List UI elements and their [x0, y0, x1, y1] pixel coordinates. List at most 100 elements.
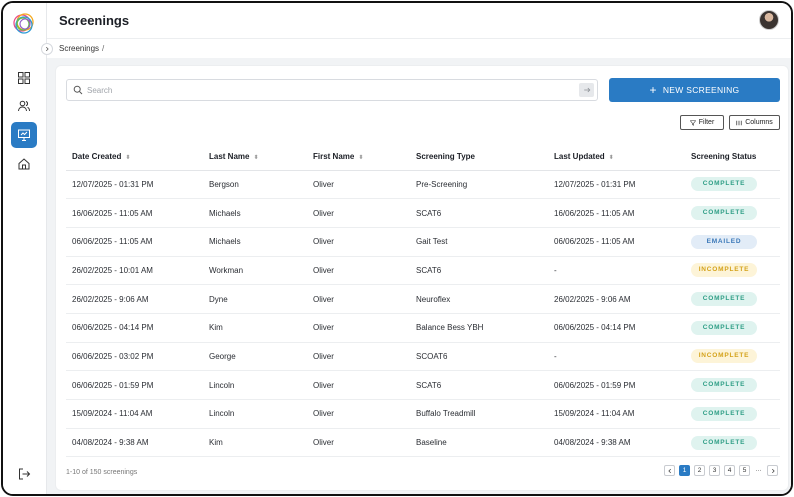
monitor-icon [18, 129, 30, 141]
column-header-screening-type: Screening Type [410, 144, 548, 171]
last-updated-cell: - [548, 342, 685, 372]
users-icon [18, 100, 30, 112]
table-row[interactable]: 06/06/2025 - 11:05 AM Michaels Oliver Gait … [66, 227, 780, 257]
date-created-cell: 15/09/2024 - 11:04 AM [66, 399, 203, 429]
table-row[interactable]: 15/09/2024 - 11:04 AM Lincoln Oliver Buffal… [66, 399, 780, 429]
search-icon [73, 85, 83, 95]
column-header-first-name[interactable]: First Name ⬍ [307, 144, 410, 171]
table-row[interactable]: 12/07/2025 - 01:31 PM Bergson Oliver Pre-Sc… [66, 170, 780, 200]
date-created-cell: 26/02/2025 - 10:01 AM [66, 256, 203, 286]
status-badge: COMPLETE [691, 206, 757, 221]
table-row[interactable]: 04/08/2024 - 9:38 AM Kim Oliver Baseline 04/… [66, 428, 780, 458]
last-name-cell: Dyne [203, 284, 307, 314]
table-row[interactable]: 26/02/2025 - 10:01 AM Workman Oliver SCAT6-… [66, 256, 780, 286]
date-created-cell: 06/06/2025 - 04:14 PM [66, 313, 203, 343]
previous-page-button[interactable] [664, 465, 675, 476]
last-name-cell: George [203, 342, 307, 372]
page-button-1[interactable]: 1 [679, 465, 690, 476]
column-header-screening-status: Screening Status [685, 144, 780, 171]
screening-status-cell: INCOMPLETE [685, 256, 780, 286]
sidebar-item-home[interactable] [11, 151, 37, 177]
screening-type-cell: SCAT6 [410, 256, 548, 286]
breadcrumb-separator: / [102, 44, 105, 53]
column-header-date-created[interactable]: Date Created ⬍ [66, 144, 203, 171]
screening-status-cell: INCOMPLETE [685, 342, 780, 372]
screenings-card: + NEW SCREENING Filter Columns Date Crea… [55, 65, 789, 491]
last-name-cell: Lincoln [203, 370, 307, 400]
sort-icon: ⬍ [608, 155, 614, 162]
table-row[interactable]: 06/06/2025 - 01:59 PM Lincoln Oliver SCAT6 0… [66, 370, 780, 400]
chevron-left-icon [667, 468, 671, 473]
column-header-last-name[interactable]: Last Name ⬍ [203, 144, 307, 171]
date-created-cell: 04/08/2024 - 9:38 AM [66, 428, 203, 458]
status-badge: INCOMPLETE [691, 263, 757, 278]
last-updated-cell: 06/06/2025 - 01:59 PM [548, 370, 685, 400]
date-created-cell: 06/06/2025 - 03:02 PM [66, 342, 203, 372]
breadcrumb: Screenings / [47, 39, 791, 58]
next-page-button[interactable] [767, 465, 778, 476]
column-header-last-updated[interactable]: Last Updated ⬍ [548, 144, 685, 171]
status-badge: INCOMPLETE [691, 349, 757, 364]
date-created-cell: 12/07/2025 - 01:31 PM [66, 170, 203, 200]
date-created-cell: 06/06/2025 - 01:59 PM [66, 370, 203, 400]
last-name-cell: Workman [203, 256, 307, 286]
columns-label: Columns [745, 119, 773, 126]
new-screening-button[interactable]: + NEW SCREENING [609, 78, 780, 102]
first-name-cell: Oliver [307, 399, 410, 429]
breadcrumb-item-screenings[interactable]: Screenings [59, 44, 99, 53]
last-name-cell: Kim [203, 313, 307, 343]
table-row[interactable]: 26/02/2025 - 9:06 AM Dyne Oliver Neuroflex 2… [66, 284, 780, 314]
search-submit-button[interactable] [579, 83, 594, 97]
table-row[interactable]: 06/06/2025 - 04:14 PM Kim Oliver Balance Be… [66, 313, 780, 343]
screening-type-cell: Neuroflex [410, 284, 548, 314]
sidebar-item-screenings[interactable] [11, 122, 37, 148]
page-button-5[interactable]: 5 [739, 465, 750, 476]
table-row[interactable]: 16/06/2025 - 11:05 AM Michaels Oliver SCAT6… [66, 198, 780, 228]
last-updated-cell: 16/06/2025 - 11:05 AM [548, 198, 685, 228]
screening-type-cell: SCOAT6 [410, 342, 548, 372]
columns-button[interactable]: Columns [729, 115, 780, 130]
first-name-cell: Oliver [307, 170, 410, 200]
sidebar-toggle-button[interactable] [41, 43, 53, 55]
last-name-cell: Bergson [203, 170, 307, 200]
status-badge: COMPLETE [691, 292, 757, 307]
sidebar-item-logout[interactable] [11, 461, 37, 487]
last-name-cell: Lincoln [203, 399, 307, 429]
avatar[interactable] [759, 10, 779, 30]
rings-logo-icon[interactable] [11, 11, 37, 37]
results-count: 1-10 of 150 screenings [66, 469, 138, 476]
status-badge: COMPLETE [691, 177, 757, 192]
chevron-right-icon [45, 46, 49, 52]
last-name-cell: Michaels [203, 198, 307, 228]
screening-type-cell: Balance Bess YBH [410, 313, 548, 343]
filter-label: Filter [698, 119, 715, 126]
filter-button[interactable]: Filter [680, 115, 724, 130]
date-created-cell: 26/02/2025 - 9:06 AM [66, 284, 203, 314]
screening-status-cell: COMPLETE [685, 370, 780, 400]
first-name-cell: Oliver [307, 313, 410, 343]
plus-icon: + [649, 83, 657, 97]
page-button-4[interactable]: 4 [724, 465, 735, 476]
page-button-3[interactable]: 3 [709, 465, 720, 476]
status-badge: EMAILED [691, 234, 757, 249]
first-name-cell: Oliver [307, 198, 410, 228]
search-input[interactable] [87, 83, 567, 97]
first-name-cell: Oliver [307, 227, 410, 257]
sidebar-item-users[interactable] [11, 93, 37, 119]
status-badge: COMPLETE [691, 320, 757, 335]
screening-status-cell: EMAILED [685, 227, 780, 257]
table-row[interactable]: 06/06/2025 - 03:02 PM George Oliver SCOAT6-… [66, 342, 780, 372]
last-updated-cell: 06/06/2025 - 04:14 PM [548, 313, 685, 343]
grid-icon [18, 72, 30, 84]
search-box [66, 79, 598, 101]
date-created-cell: 16/06/2025 - 11:05 AM [66, 198, 203, 228]
columns-icon [736, 120, 742, 125]
last-updated-cell: 15/09/2024 - 11:04 AM [548, 399, 685, 429]
pagination: 1 2 3 4 5 ··· [664, 465, 778, 476]
pagination-ellipsis: ··· [754, 465, 763, 476]
page-button-2[interactable]: 2 [694, 465, 705, 476]
last-updated-cell: 04/08/2024 - 9:38 AM [548, 428, 685, 458]
sidebar-item-dashboard[interactable] [11, 65, 37, 91]
page-title: Screenings [59, 13, 130, 28]
new-screening-label: NEW SCREENING [662, 85, 740, 95]
